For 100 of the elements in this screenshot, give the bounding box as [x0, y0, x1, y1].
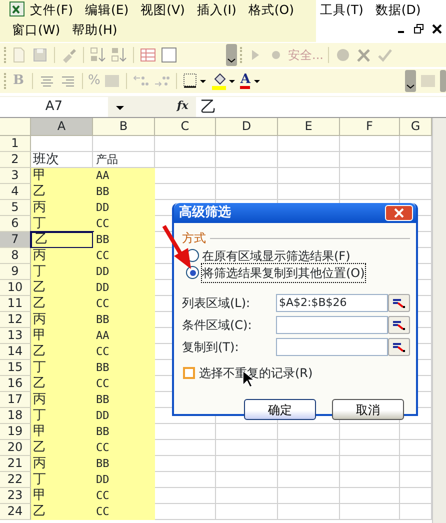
table-cell[interactable]: DD [93, 408, 155, 424]
row-header[interactable]: 19 [0, 424, 31, 440]
overflow-chevron-icon[interactable] [226, 44, 237, 66]
table-cell[interactable] [216, 488, 278, 504]
table-cell[interactable]: BB [93, 184, 155, 200]
table-cell[interactable]: 甲 [31, 328, 93, 344]
table-cell[interactable]: 乙 [31, 296, 93, 312]
dialog-button[interactable]: 取消 [332, 399, 404, 420]
table-cell[interactable]: BB [93, 424, 155, 440]
table-cell[interactable]: CC [93, 248, 155, 264]
table-cell[interactable]: DD [93, 200, 155, 216]
row-header[interactable]: 2 [0, 152, 31, 168]
table-cell[interactable] [278, 504, 340, 520]
row-header[interactable]: 15 [0, 360, 31, 376]
row-header[interactable]: 14 [0, 344, 31, 360]
table-cell[interactable]: 丙 [31, 392, 93, 408]
fill-bucket-icon[interactable] [211, 72, 238, 90]
table-cell[interactable] [155, 136, 216, 152]
radio-button[interactable] [186, 266, 199, 279]
range-select-button[interactable] [388, 316, 410, 334]
row-header[interactable]: 22 [0, 472, 31, 488]
table-cell[interactable] [155, 472, 216, 488]
table-cell[interactable] [340, 472, 400, 488]
table-cell[interactable] [340, 424, 400, 440]
table-cell[interactable]: AA [93, 168, 155, 184]
table-cell[interactable] [340, 440, 400, 456]
table-cell[interactable] [216, 152, 278, 168]
menu-item[interactable]: 工具(T) [316, 0, 368, 20]
table-cell[interactable] [216, 424, 278, 440]
row-header[interactable]: 9 [0, 264, 31, 280]
table-cell[interactable] [278, 184, 340, 200]
table-cell[interactable]: 甲 [31, 424, 93, 440]
table-cell[interactable]: DD [93, 280, 155, 296]
menu-item[interactable]: 数据(D) [371, 0, 425, 20]
save-icon[interactable] [31, 46, 49, 64]
table-cell[interactable]: 丁 [31, 264, 93, 280]
table-cell[interactable] [155, 152, 216, 168]
dialog-button[interactable]: 确定 [244, 399, 316, 420]
table-cell[interactable]: 乙 [31, 376, 93, 392]
table-cell[interactable]: CC [93, 216, 155, 232]
table-cell[interactable] [155, 456, 216, 472]
table-cell[interactable] [155, 424, 216, 440]
radio-label[interactable]: 在原有区域显示筛选结果(F) [202, 246, 350, 264]
table-cell[interactable] [340, 456, 400, 472]
column-header[interactable]: G [400, 118, 432, 136]
row-header[interactable]: 12 [0, 312, 31, 328]
table-cell[interactable] [31, 136, 93, 152]
table-cell[interactable] [278, 136, 340, 152]
menu-item[interactable]: 插入(I) [192, 0, 240, 20]
menu-item[interactable]: 编辑(E) [80, 0, 133, 20]
table-cell[interactable] [340, 168, 400, 184]
table-cell[interactable] [278, 488, 340, 504]
table-cell[interactable]: AA [93, 328, 155, 344]
row-header[interactable]: 18 [0, 408, 31, 424]
table-cell[interactable]: CC [93, 296, 155, 312]
table-cell[interactable]: 丙 [31, 248, 93, 264]
table-cell[interactable] [155, 168, 216, 184]
row-header[interactable]: 5 [0, 200, 31, 216]
row-header[interactable]: 3 [0, 168, 31, 184]
table-cell[interactable]: 丁 [31, 472, 93, 488]
column-header[interactable]: D [216, 118, 278, 136]
table-cell[interactable]: BB [93, 456, 155, 472]
column-header[interactable]: A [31, 118, 93, 136]
table-cell[interactable]: 甲 [31, 168, 93, 184]
table-cell[interactable]: BB [93, 232, 155, 248]
name-box[interactable]: A7 [0, 96, 108, 116]
table-cell[interactable] [278, 472, 340, 488]
close-icon[interactable] [432, 24, 442, 34]
row-header[interactable]: 7 [0, 232, 31, 248]
row-header[interactable]: 13 [0, 328, 31, 344]
table-cell[interactable]: CC [93, 504, 155, 520]
table-cell[interactable] [155, 440, 216, 456]
table-cell[interactable]: DD [93, 264, 155, 280]
table-cell[interactable] [155, 184, 216, 200]
table-cell[interactable] [216, 472, 278, 488]
table-cell[interactable] [278, 456, 340, 472]
menu-item[interactable]: 视图(V) [136, 0, 189, 20]
table-cell[interactable]: 乙 [31, 184, 93, 200]
range-select-button[interactable] [388, 338, 410, 356]
table-cell[interactable]: BB [93, 312, 155, 328]
table-cell[interactable] [278, 440, 340, 456]
menu-item[interactable]: 帮助(H) [68, 20, 122, 40]
row-header[interactable]: 6 [0, 216, 31, 232]
spreadsheet-icon[interactable] [8, 0, 26, 18]
column-header[interactable]: F [340, 118, 400, 136]
table-cell[interactable]: 乙 [31, 440, 93, 456]
row-header[interactable]: 11 [0, 296, 31, 312]
fx-button[interactable]: fx [177, 98, 188, 115]
checkbox[interactable] [183, 367, 195, 379]
table-cell[interactable] [216, 456, 278, 472]
table-icon[interactable] [139, 46, 157, 64]
overflow-chevron-icon[interactable] [405, 70, 416, 92]
vertical-scrollbar[interactable] [432, 118, 446, 523]
table-cell[interactable]: 乙 [31, 280, 93, 296]
table-cell[interactable]: CC [93, 488, 155, 504]
table-cell[interactable] [216, 168, 278, 184]
menu-item[interactable]: 格式(O) [244, 0, 298, 20]
table-cell[interactable]: CC [93, 344, 155, 360]
sort-ascending-icon[interactable] [89, 46, 107, 64]
table-cell[interactable] [216, 136, 278, 152]
